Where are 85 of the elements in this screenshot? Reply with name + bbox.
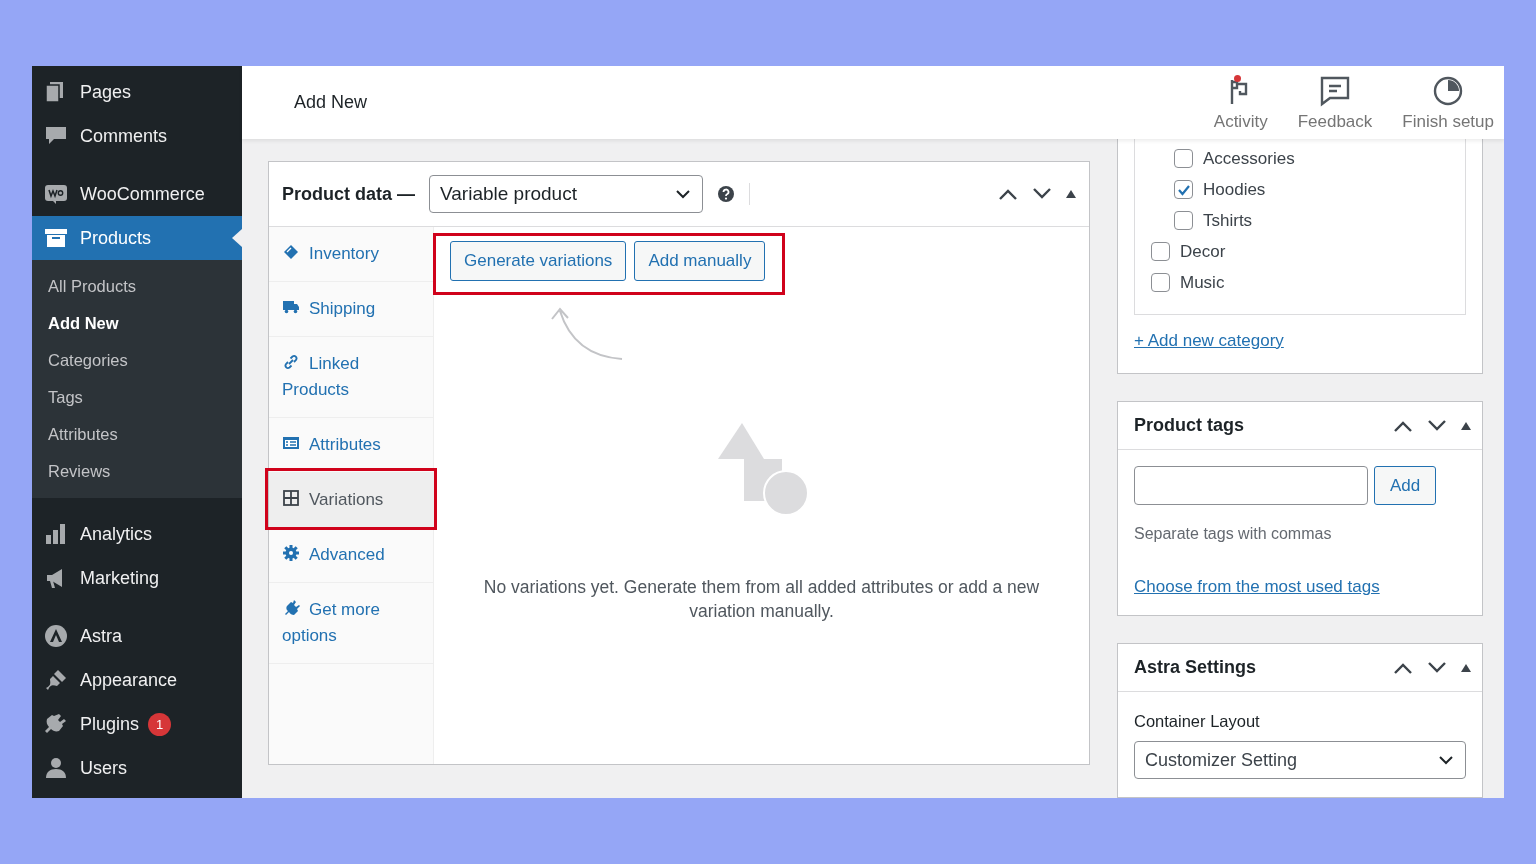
add-button[interactable]: Add	[1374, 466, 1437, 505]
menu-label: Pages	[80, 81, 132, 103]
page-title: Add New	[294, 92, 369, 113]
menu-item[interactable]: Astra	[32, 614, 242, 658]
category-option[interactable]: Music	[1151, 267, 1465, 298]
action-button[interactable]: Generate variations	[450, 241, 627, 281]
submenu-item[interactable]: Tags	[32, 379, 242, 416]
menu-label: Users	[80, 757, 127, 779]
menu-label: Comments	[80, 125, 168, 147]
grid-icon	[282, 489, 300, 507]
action-label: Finish setup	[1402, 111, 1494, 132]
category-option[interactable]: Hoodies	[1151, 174, 1465, 205]
menu-item[interactable]: Comments	[32, 114, 242, 158]
menu-label: Marketing	[80, 567, 160, 589]
user-icon	[44, 756, 68, 780]
menu-item[interactable]: Analytics	[32, 512, 242, 556]
move-up-icon	[997, 187, 1019, 201]
checkbox[interactable]	[1151, 242, 1170, 261]
tag-input-field[interactable]	[1134, 466, 1368, 505]
most-used-tags-link[interactable]: Choose from the most used tags	[1134, 577, 1380, 597]
bar-chart-icon	[44, 522, 68, 546]
submenu-item[interactable]: Categories	[32, 342, 242, 379]
panel-tab[interactable]: Inventory	[269, 227, 433, 282]
panel-tab[interactable]: Shipping	[269, 282, 433, 337]
menu-item[interactable]: WooCommerce	[32, 172, 242, 216]
count-badge: 1	[148, 712, 172, 736]
move-down-icon	[1426, 660, 1448, 675]
category-option[interactable]: Decor	[1151, 236, 1465, 267]
list-card-icon	[282, 434, 300, 452]
action-label: Feedback	[1297, 111, 1373, 132]
action-label: Activity	[1213, 111, 1268, 132]
gear-icon	[282, 544, 300, 562]
panel-title: Astra Settings	[1134, 657, 1257, 678]
pointer-notch	[232, 229, 242, 247]
hint-text: Separate tags with commas	[1134, 525, 1333, 543]
add-category-link[interactable]: + Add new category	[1134, 331, 1284, 351]
action-button[interactable]: Add manually	[634, 241, 766, 281]
submenu-item[interactable]: Reviews	[32, 453, 242, 490]
menu-item[interactable]: Products	[32, 216, 242, 260]
panel-title: Product data —	[282, 183, 415, 205]
plug-icon	[44, 712, 68, 736]
menu-label: WooCommerce	[80, 183, 205, 205]
checkbox[interactable]	[1174, 211, 1193, 230]
field-label: Container Layout	[1134, 712, 1261, 731]
link-icon	[282, 353, 300, 371]
help-icon	[717, 185, 735, 203]
submenu-item[interactable]: Attributes	[32, 416, 242, 453]
checkbox[interactable]	[1174, 180, 1193, 199]
menu-item[interactable]: Marketing	[32, 556, 242, 600]
panel-tab[interactable]: Linked Products	[269, 337, 433, 418]
menu-label: Products	[80, 227, 152, 249]
move-down-icon	[1031, 187, 1053, 201]
menu-item[interactable]: Users	[32, 746, 242, 790]
circle-logo-icon	[44, 624, 68, 648]
menu-label: Plugins	[80, 713, 140, 735]
checkbox[interactable]	[1174, 149, 1193, 168]
menu-item[interactable]: Plugins 1	[32, 702, 242, 746]
shapes-icon	[715, 423, 808, 515]
move-down-icon	[1426, 418, 1448, 433]
header-action[interactable]: Feedback	[1297, 66, 1373, 139]
category-option[interactable]: Tshirts	[1151, 205, 1465, 236]
container-layout-select[interactable]: Customizer Setting	[1134, 741, 1466, 779]
menu-label: Appearance	[80, 669, 178, 691]
panel-title: Product tags	[1134, 415, 1244, 436]
collapse-triangle-icon	[1065, 189, 1077, 199]
submenu-item[interactable]: All Products	[32, 268, 242, 305]
empty-message: No variations yet. Generate them from all added attributes or add a new variation manually.	[482, 576, 1041, 623]
tag-icon	[282, 243, 300, 261]
panel-tab[interactable]: Get more options	[269, 583, 433, 664]
product-type-select[interactable]: Variable product	[429, 175, 703, 213]
collapse-triangle-icon	[1460, 420, 1472, 431]
header-action[interactable]: Activity	[1213, 66, 1268, 139]
paintbrush-icon	[44, 668, 68, 692]
checkbox[interactable]	[1151, 273, 1170, 292]
menu-label: Analytics	[80, 523, 153, 545]
truck-icon	[282, 298, 300, 316]
collapse-triangle-icon	[1460, 662, 1472, 673]
submenu-item[interactable]: Add New	[32, 305, 242, 342]
header-action[interactable]: Finish setup	[1402, 66, 1494, 139]
menu-item[interactable]: Pages	[32, 70, 242, 114]
archive-box-icon	[44, 226, 68, 250]
category-option[interactable]: Accessories	[1151, 143, 1465, 174]
menu-label: Astra	[80, 625, 122, 647]
panel-tab[interactable]: Advanced	[269, 528, 433, 583]
menu-item[interactable]: Appearance	[32, 658, 242, 702]
